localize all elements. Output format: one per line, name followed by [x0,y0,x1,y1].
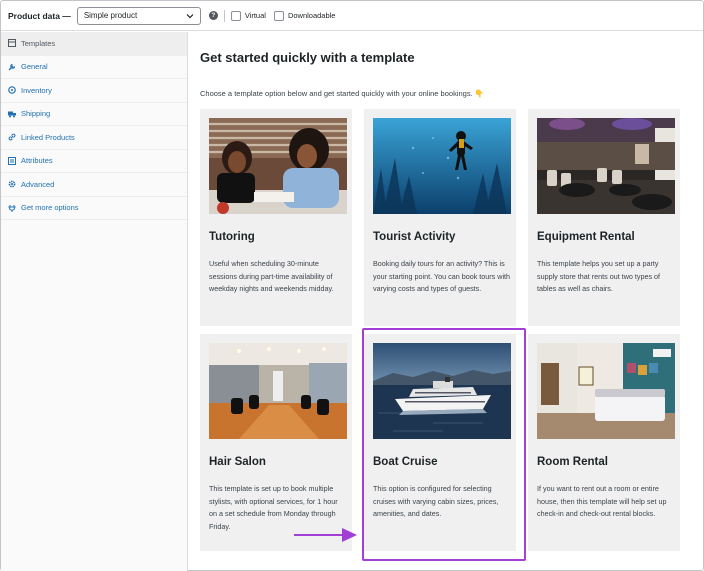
gear-icon [8,180,16,188]
card-title: Room Rental [537,456,608,468]
highlight-box [362,328,526,561]
sidebar-item-label: Inventory [21,85,52,95]
template-card-room-rental[interactable]: Room Rental If you want to rent out a ro… [528,334,680,551]
sidebar-item-label: Get more options [21,203,79,213]
virtual-checkbox[interactable]: Virtual [230,10,266,21]
sidebar-item-get-more-options[interactable]: Get more options [1,196,187,220]
virtual-checkbox-box[interactable] [230,10,241,21]
diver-photo [373,118,511,214]
sidebar-item-label: Advanced [21,179,55,189]
product-data-header: Product data — Simple product ? Virtual … [1,1,703,31]
sidebar-item-inventory[interactable]: Inventory [1,79,187,103]
help-icon[interactable]: ? [208,11,218,20]
card-description: This template helps you set up a party s… [537,259,661,293]
sidebar-item-linked-products[interactable]: Linked Products [1,126,187,150]
card-title: Equipment Rental [537,231,635,243]
card-title: Hair Salon [209,456,266,468]
product-type-select[interactable]: Simple product [76,6,201,25]
bedroom-photo [537,343,675,439]
product-data-panel: Product data — Simple product ? Virtual … [0,0,704,571]
template-card-equipment-rental[interactable]: Equipment Rental This template helps you… [528,109,680,326]
card-description: If you want to rent out a room or entire… [537,484,667,518]
party-hall-photo [537,118,675,214]
template-card-tutoring[interactable]: Tutoring Useful when scheduling 30-minut… [200,109,352,326]
downloadable-checkbox-box[interactable] [273,10,284,21]
sidebar-item-templates[interactable]: Templates [1,32,187,56]
template-card-hair-salon[interactable]: Hair Salon This template is set up to bo… [200,334,352,551]
sidebar-item-label: General [21,62,48,72]
downloadable-label: Downloadable [287,11,336,20]
header-divider [223,9,225,22]
product-data-tabs: Templates General Inventory Shipping Lin… [1,32,188,571]
salon-photo [209,343,347,439]
page-subtitle: Choose a template option below and get s… [200,89,485,98]
sidebar-item-attributes[interactable]: Attributes [1,149,187,173]
sidebar-item-label: Linked Products [21,132,75,142]
sidebar-item-label: Templates [21,38,56,48]
downloadable-checkbox[interactable]: Downloadable [273,10,336,21]
templates-icon [8,39,16,48]
inventory-icon [8,86,16,95]
tutoring-photo [209,118,347,214]
card-title: Tourist Activity [373,231,456,243]
card-title: Tutoring [209,231,255,243]
sidebar-item-general[interactable]: General [1,55,187,79]
arrow-right-icon [294,528,357,542]
chevron-down-icon [186,13,194,18]
product-data-title: Product data — [8,10,71,21]
wrench-icon [8,63,16,71]
plugin-icon [8,204,16,212]
card-description: Booking daily tours for an activity? Thi… [373,259,511,293]
sidebar-item-label: Shipping [21,109,51,119]
list-icon [8,156,16,165]
template-card-tourist-activity[interactable]: Tourist Activity Booking daily tours for… [364,109,516,326]
sidebar-item-shipping[interactable]: Shipping [1,102,187,126]
page-title: Get started quickly with a template [200,50,415,65]
truck-icon [8,110,16,118]
link-icon [8,133,16,141]
product-type-value: Simple product [83,11,138,20]
card-description: This template is set up to book multiple… [209,484,338,531]
sidebar-item-label: Attributes [21,156,53,166]
virtual-label: Virtual [244,11,266,20]
card-description: Useful when scheduling 30-minute session… [209,259,334,293]
sidebar-item-advanced[interactable]: Advanced [1,173,187,197]
